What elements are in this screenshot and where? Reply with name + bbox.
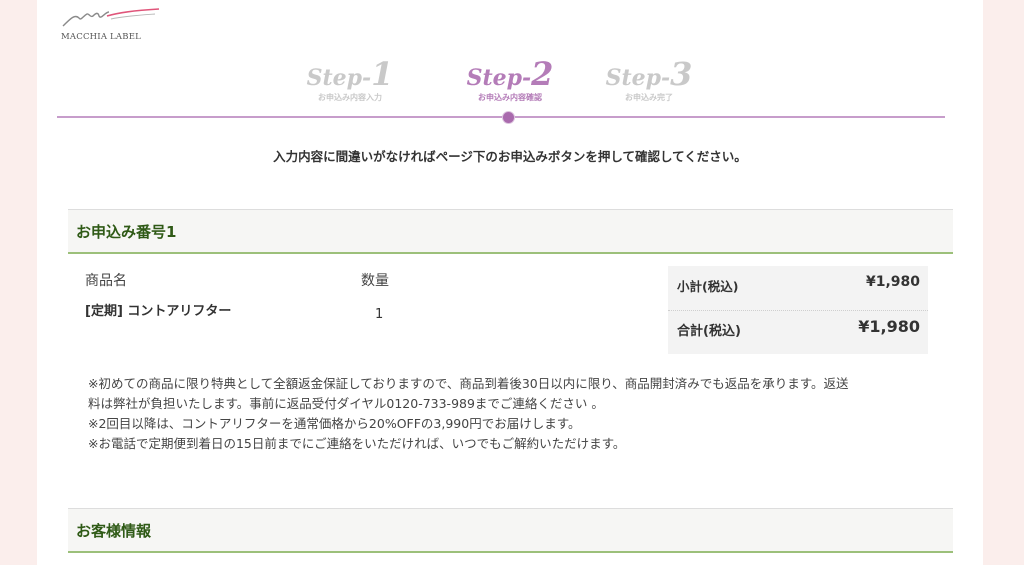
step-3-label: お申込み完了	[625, 93, 673, 102]
step-1: Step-1 お申込み内容入力	[285, 56, 415, 103]
customer-info-title: お客様情報	[76, 522, 152, 540]
subtotal-label: 小計(税込)	[677, 279, 739, 294]
step-indicator: Step-1 お申込み内容入力 Step-2 お申込み内容確認 Step-3 お…	[37, 56, 983, 126]
step-1-number: 1	[371, 55, 394, 93]
instruction-text: 入力内容に間違いがなければページ下のお申込みボタンを押して確認してください。	[273, 149, 747, 164]
page-container: MACCHIA LABEL Step-1 お申込み内容入力 Step-2 お申込…	[37, 0, 983, 565]
step-2-number: 2	[531, 55, 554, 93]
subtotal-value: ¥1,980	[865, 274, 920, 290]
product-name-column-header: 商品名	[85, 273, 127, 289]
order-section-header: お申込み番号1	[68, 209, 953, 254]
step-3-prefix: Step-	[605, 65, 671, 91]
order-totals-box: 小計(税込) ¥1,980 合計(税込) ¥1,980	[668, 266, 928, 354]
step-3: Step-3 お申込み完了	[584, 56, 714, 103]
logo-script-icon	[62, 8, 160, 27]
step-progress-line	[57, 116, 945, 118]
current-step-marker	[502, 111, 515, 124]
step-2-label: お申込み内容確認	[478, 93, 542, 102]
step-2-prefix: Step-	[466, 65, 532, 91]
product-name: [定期] コントアリフター	[85, 304, 232, 319]
step-1-prefix: Step-	[306, 65, 372, 91]
quantity-column-header: 数量	[361, 273, 389, 289]
subtotal-row: 小計(税込) ¥1,980	[668, 266, 928, 311]
customer-section-header: お客様情報	[68, 508, 953, 553]
total-label: 合計(税込)	[677, 324, 741, 339]
total-value: ¥1,980	[858, 317, 920, 336]
product-quantity: 1	[375, 307, 384, 322]
note-line: ※お電話で定期便到着日の15日前までにご連絡をいただければ、いつでもご解約いただ…	[88, 436, 626, 451]
note-line: 料は弊社が負担いたします。事前に返品受付ダイヤル0120-733-989までご連…	[88, 396, 604, 411]
order-number-title: お申込み番号1	[76, 223, 177, 241]
logo-text: MACCHIA LABEL	[61, 32, 141, 42]
step-3-number: 3	[670, 55, 693, 93]
order-notes: ※初めての商品に限り特典として全額返金保証しておりますので、商品到着後30日以内…	[88, 374, 948, 454]
macchia-label-logo[interactable]: MACCHIA LABEL	[57, 4, 167, 44]
note-line: ※2回目以降は、コントアリフターを通常価格から20%OFFの3,990円でお届け…	[88, 416, 581, 431]
step-1-label: お申込み内容入力	[318, 93, 382, 102]
step-2: Step-2 お申込み内容確認	[445, 56, 575, 103]
note-line: ※初めての商品に限り特典として全額返金保証しておりますので、商品到着後30日以内…	[88, 376, 849, 391]
